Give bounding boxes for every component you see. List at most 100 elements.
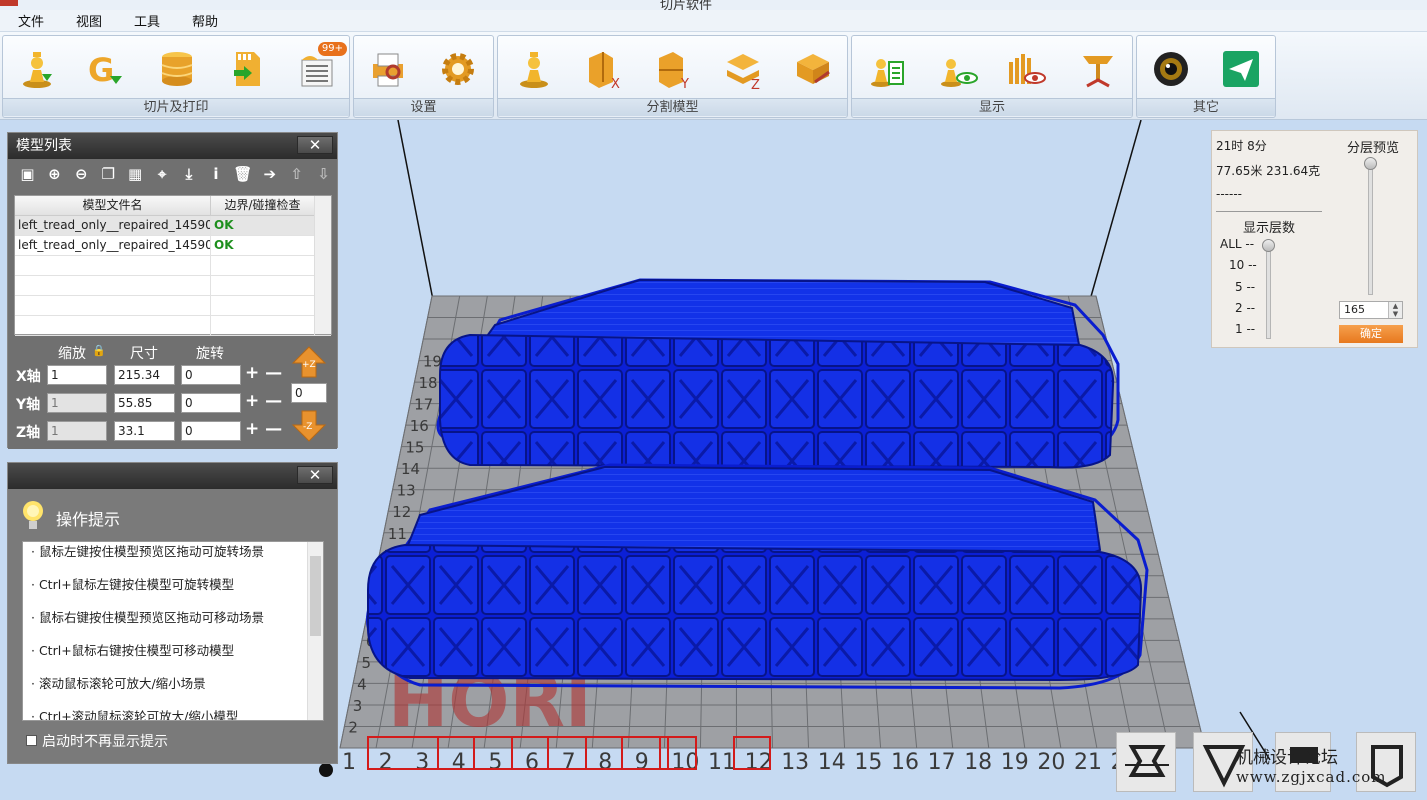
tips-scrollbar[interactable] <box>307 542 323 720</box>
add-icon[interactable]: ⊕ <box>41 163 68 185</box>
bed-y-label: 13 <box>397 482 416 500</box>
chess-pawn-icon <box>23 52 52 88</box>
print-time: 21时 8分 <box>1216 139 1267 153</box>
z-offset-input[interactable]: 0 <box>291 383 327 403</box>
import-icon[interactable]: ⤓ <box>176 163 203 185</box>
delete-icon[interactable]: 🗑 <box>229 163 256 185</box>
split-model-button[interactable] <box>510 44 558 94</box>
column-header-check[interactable]: 边界/碰撞检查 <box>211 196 315 215</box>
y-plus-minus[interactable]: + — <box>245 391 282 411</box>
z-size-input[interactable]: 33.1 <box>114 421 175 441</box>
show-slices-button[interactable] <box>1002 44 1050 94</box>
sd-card-icon <box>234 52 260 86</box>
tip-item: · Ctrl+滚动鼠标滚轮可放大/缩小模型 <box>31 709 239 721</box>
panel-title-bar[interactable]: 模型列表 ✕ <box>8 133 337 159</box>
show-support-button[interactable] <box>1074 44 1122 94</box>
bed-x-label: 14 <box>818 750 846 775</box>
table-row <box>15 256 331 276</box>
x-plus-minus[interactable]: + — <box>245 363 282 383</box>
lock-icon[interactable]: 🔒 <box>92 344 106 357</box>
y-rotate-input[interactable]: 0 <box>181 393 241 413</box>
center-icon[interactable]: ⌖ <box>149 163 176 185</box>
chess-pawn-icon <box>520 52 548 88</box>
tips-title: 操作提示 <box>56 510 121 529</box>
z-rotate-input[interactable]: 0 <box>181 421 241 441</box>
table-scrollbar[interactable] <box>314 196 331 334</box>
split-x-button[interactable]: X <box>580 44 628 94</box>
save-to-sd-button[interactable] <box>223 44 271 94</box>
menu-tools[interactable]: 工具 <box>134 11 160 30</box>
bed-y-label: 5 <box>362 654 372 672</box>
z-scale-input[interactable]: 1 <box>47 421 107 441</box>
ribbon-toolbar: G 99+ 切片及打印 设置 X Y Z 分割模型 显示 其它 <box>0 32 1427 120</box>
cube-pencil-icon <box>797 54 830 84</box>
tip-item: · Ctrl+鼠标左键按住模型可旋转模型 <box>31 577 235 592</box>
group-label: 分割模型 <box>498 98 847 116</box>
y-size-input[interactable]: 55.85 <box>114 393 175 413</box>
show-layers-button[interactable] <box>864 44 912 94</box>
layer-preview-slider[interactable] <box>1368 159 1373 295</box>
settings-button[interactable] <box>434 44 482 94</box>
group-label: 切片及打印 <box>3 98 349 116</box>
model-tread-back[interactable] <box>436 278 1120 469</box>
close-button[interactable]: ✕ <box>297 136 333 154</box>
forward-icon[interactable]: ➔ <box>256 163 283 185</box>
slices-eye-icon <box>1009 54 1046 84</box>
info-icon[interactable]: i <box>202 163 229 185</box>
bed-x-label: 4 <box>452 750 466 775</box>
status-dashes: ------ <box>1216 187 1242 201</box>
model-tread-front[interactable] <box>366 463 1149 690</box>
x-size-input[interactable]: 215.34 <box>114 365 175 385</box>
slice-layers-button[interactable] <box>153 44 201 94</box>
send-button[interactable] <box>1217 44 1265 94</box>
panel-title-bar[interactable]: ✕ <box>8 463 337 489</box>
bed-x-label: 17 <box>928 750 956 775</box>
tips-body: 操作提示 · 鼠标左键按住模型预览区拖动可旋转场景 · Ctrl+鼠标左键按住模… <box>8 489 337 763</box>
remove-icon[interactable]: ⊖ <box>68 163 95 185</box>
layers-title: 显示层数 <box>1243 221 1296 236</box>
grid-arrange-icon[interactable]: ▦ <box>122 163 149 185</box>
slice-gcode-button[interactable]: G <box>81 44 129 94</box>
x-rotate-input[interactable]: 0 <box>181 365 241 385</box>
split-edit-button[interactable] <box>790 44 838 94</box>
table-row[interactable]: left_tread_only__repaired_14590 OK <box>15 216 331 236</box>
bed-x-label: 18 <box>964 750 992 775</box>
pawn-eye-icon <box>941 59 978 87</box>
x-scale-input[interactable]: 1 <box>47 365 107 385</box>
bed-x-label: 21 <box>1074 750 1102 775</box>
z-plus-minus[interactable]: + — <box>245 419 282 439</box>
dont-show-checkbox[interactable] <box>26 735 37 746</box>
group-label: 其它 <box>1137 98 1275 116</box>
show-view-button[interactable] <box>934 44 982 94</box>
z-up-button[interactable]: +Z <box>291 345 327 379</box>
copy-icon[interactable]: ❐ <box>95 163 122 185</box>
menu-view[interactable]: 视图 <box>76 11 102 30</box>
y-scale-input[interactable]: 1 <box>47 393 107 413</box>
confirm-button[interactable]: 确定 <box>1339 325 1403 343</box>
move-up-icon[interactable]: ⇧ <box>283 163 310 185</box>
frame-line <box>397 120 434 301</box>
table-row[interactable]: left_tread_only__repaired_14590 OK <box>15 236 331 256</box>
print-preview-button[interactable] <box>364 44 412 94</box>
split-y-button[interactable]: Y <box>650 44 698 94</box>
support-structure-icon <box>1083 56 1113 88</box>
menu-help[interactable]: 帮助 <box>192 11 218 30</box>
save-icon[interactable]: ▣ <box>14 163 41 185</box>
spin-button[interactable]: ▲ ▼ <box>1388 302 1402 318</box>
bed-y-label: 12 <box>392 503 411 521</box>
layer-preview-thumb[interactable] <box>1364 157 1377 170</box>
slice-model-button[interactable] <box>13 44 61 94</box>
view-reset-button[interactable] <box>1116 732 1176 792</box>
layers-slider[interactable] <box>1266 241 1271 339</box>
split-z-button[interactable]: Z <box>720 44 768 94</box>
print-queue-button[interactable]: 99+ <box>295 42 347 94</box>
move-down-icon[interactable]: ⇩ <box>310 163 337 185</box>
z-down-button[interactable]: -Z <box>291 409 327 443</box>
column-header-filename[interactable]: 模型文件名 <box>15 196 211 215</box>
layers-slider-thumb[interactable] <box>1262 239 1275 252</box>
bed-x-label: 13 <box>781 750 809 775</box>
y-axis-label: Y轴 <box>16 397 41 413</box>
menu-file[interactable]: 文件 <box>18 11 44 30</box>
close-button[interactable]: ✕ <box>297 466 333 484</box>
camera-button[interactable] <box>1147 44 1195 94</box>
